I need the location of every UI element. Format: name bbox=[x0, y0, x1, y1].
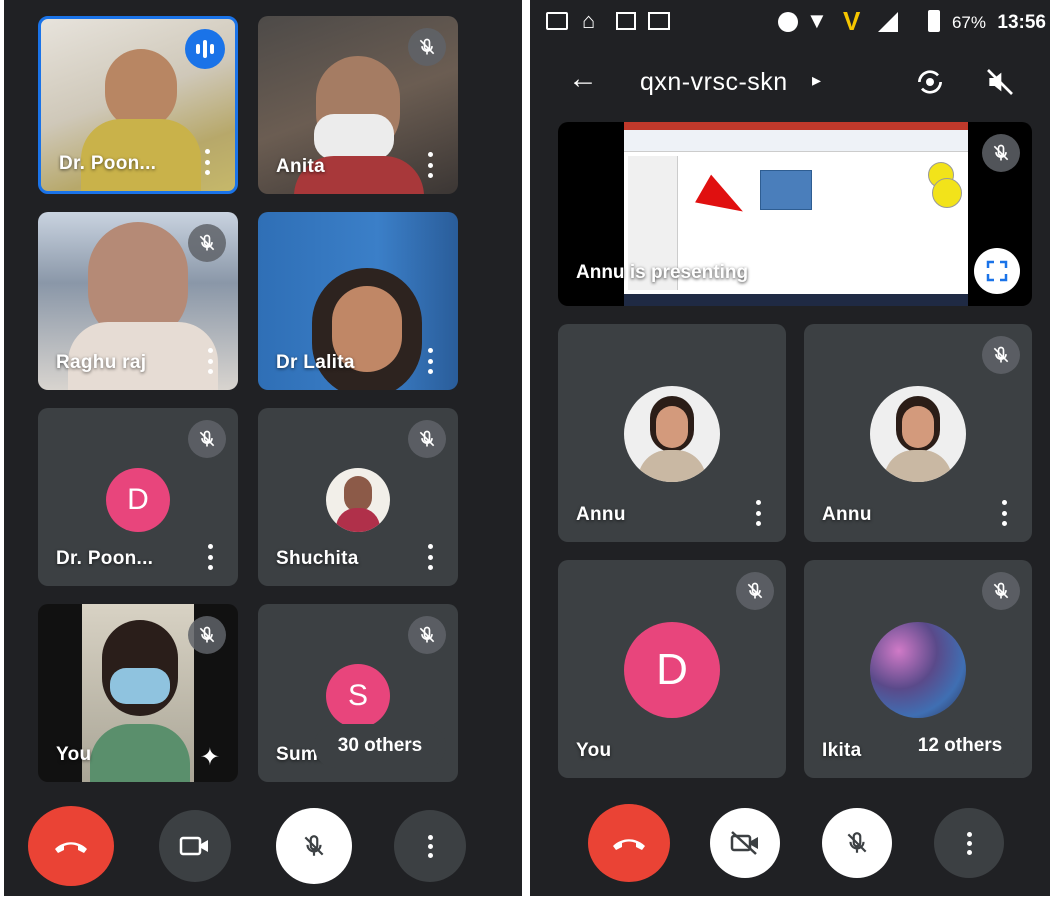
carrier-v-icon: V bbox=[843, 6, 861, 36]
avatar bbox=[870, 622, 966, 718]
participant-tile-dr-poonam[interactable]: Dr. Poon... bbox=[38, 16, 238, 194]
participant-name: Dr. Poon... bbox=[59, 153, 157, 174]
mic-off-icon bbox=[982, 572, 1020, 610]
participant-name: You bbox=[576, 740, 612, 761]
participant-name: Annu bbox=[576, 504, 626, 525]
avatar: D bbox=[624, 622, 720, 718]
participant-tile-annu[interactable]: Annu bbox=[804, 324, 1032, 542]
switch-camera-icon[interactable] bbox=[914, 66, 946, 98]
participant-tile-dr-lalita[interactable]: Dr Lalita bbox=[258, 212, 458, 390]
meeting-app-bar: ← qxn-vrsc-skn ▸ bbox=[530, 52, 1050, 110]
more-options-icon[interactable] bbox=[426, 348, 434, 374]
participant-tile-you[interactable]: You ✦ bbox=[38, 604, 238, 782]
mic-off-icon bbox=[736, 572, 774, 610]
avatar: S bbox=[326, 664, 390, 728]
participant-tile-annu[interactable]: Annu bbox=[558, 324, 786, 542]
meeting-code[interactable]: qxn-vrsc-skn bbox=[640, 68, 788, 97]
fullscreen-button[interactable] bbox=[974, 248, 1020, 294]
phone-hangup-icon bbox=[55, 842, 87, 853]
presentation-tile[interactable]: Annu is presenting bbox=[558, 122, 1032, 306]
left-meeting-screen: Dr. Poon... Anita Raghu raj Dr Lalita D … bbox=[4, 0, 522, 896]
mic-off-icon bbox=[408, 420, 446, 458]
mic-off-icon bbox=[408, 616, 446, 654]
battery-percent: 67% bbox=[951, 13, 986, 32]
mic-off-icon bbox=[188, 224, 226, 262]
mic-button[interactable] bbox=[822, 808, 892, 878]
more-options-icon[interactable] bbox=[206, 544, 214, 570]
more-options-icon[interactable] bbox=[206, 348, 214, 374]
status-bar: ⌂ ▼ V 67% 13:56 bbox=[530, 0, 1050, 46]
home-icon: ⌂ bbox=[582, 8, 596, 33]
signal-icon bbox=[878, 12, 898, 32]
more-options-icon[interactable] bbox=[426, 544, 434, 570]
participant-name: Anita bbox=[276, 156, 325, 177]
participant-name: Dr. Poon... bbox=[56, 548, 154, 569]
gallery-icon bbox=[616, 12, 636, 30]
participant-name: Dr Lalita bbox=[276, 352, 355, 373]
end-call-button[interactable] bbox=[28, 806, 114, 886]
more-options-icon[interactable] bbox=[754, 500, 762, 526]
battery-icon bbox=[928, 10, 940, 32]
presenting-label: Annu is presenting bbox=[576, 262, 749, 283]
mic-off-icon bbox=[188, 420, 226, 458]
phone-hangup-icon bbox=[613, 839, 645, 850]
more-options-icon[interactable] bbox=[203, 149, 211, 175]
participant-name: Shuchita bbox=[276, 548, 359, 569]
participant-name: Annu bbox=[822, 504, 872, 525]
camera-button[interactable] bbox=[710, 808, 780, 878]
mic-button[interactable] bbox=[276, 808, 352, 884]
more-options-icon[interactable] bbox=[1000, 500, 1008, 526]
mic-off-icon bbox=[847, 832, 867, 853]
fullscreen-icon bbox=[986, 260, 1008, 282]
speaker-off-icon[interactable] bbox=[984, 66, 1016, 98]
camera-icon bbox=[179, 836, 208, 856]
more-options-button[interactable] bbox=[394, 810, 466, 882]
avatar: D bbox=[106, 468, 170, 532]
expand-arrow-icon[interactable]: ▸ bbox=[812, 70, 821, 91]
mic-off-icon bbox=[982, 134, 1020, 172]
more-vert-icon bbox=[427, 834, 433, 858]
cast-icon bbox=[546, 12, 568, 30]
more-options-icon[interactable] bbox=[426, 152, 434, 178]
mic-off-icon bbox=[408, 28, 446, 66]
calendar-icon bbox=[648, 12, 670, 30]
mic-off-icon bbox=[304, 835, 324, 856]
others-chip[interactable]: 30 others bbox=[314, 724, 446, 768]
participant-name: Ikita bbox=[822, 740, 862, 761]
avatar bbox=[870, 386, 966, 482]
camera-button[interactable] bbox=[159, 810, 231, 882]
more-options-button[interactable] bbox=[934, 808, 1004, 878]
end-call-button[interactable] bbox=[588, 804, 670, 882]
participant-tile-dr-poonam-avatar[interactable]: D Dr. Poon... bbox=[38, 408, 238, 586]
wifi-icon: ▼ bbox=[806, 8, 828, 33]
avatar bbox=[624, 386, 720, 482]
back-arrow-icon[interactable]: ← bbox=[568, 62, 598, 96]
speaking-indicator-icon bbox=[185, 29, 225, 69]
more-vert-icon bbox=[966, 831, 972, 855]
participant-tile-you[interactable]: D You bbox=[558, 560, 786, 778]
others-chip[interactable]: 12 others bbox=[898, 724, 1022, 768]
mic-off-icon bbox=[188, 616, 226, 654]
participant-tile-suma[interactable]: S Suma 30 others bbox=[258, 604, 458, 782]
participant-name: Raghu raj bbox=[56, 352, 147, 373]
effects-sparkle-icon[interactable]: ✦ bbox=[200, 746, 220, 770]
participant-tile-anita[interactable]: Anita bbox=[258, 16, 458, 194]
clock: 13:56 bbox=[997, 12, 1046, 33]
participant-tile-raghu-raj[interactable]: Raghu raj bbox=[38, 212, 238, 390]
dnd-icon bbox=[778, 12, 798, 32]
avatar bbox=[326, 468, 390, 532]
right-meeting-screen: ⌂ ▼ V 67% 13:56 ← qxn-vrsc-skn ▸ Annu is… bbox=[530, 0, 1050, 896]
participant-tile-ikita[interactable]: Ikita 12 others bbox=[804, 560, 1032, 778]
participant-name: You bbox=[56, 744, 92, 765]
participant-tile-shuchita[interactable]: Shuchita bbox=[258, 408, 458, 586]
mic-off-icon bbox=[982, 336, 1020, 374]
camera-off-icon bbox=[730, 831, 758, 855]
